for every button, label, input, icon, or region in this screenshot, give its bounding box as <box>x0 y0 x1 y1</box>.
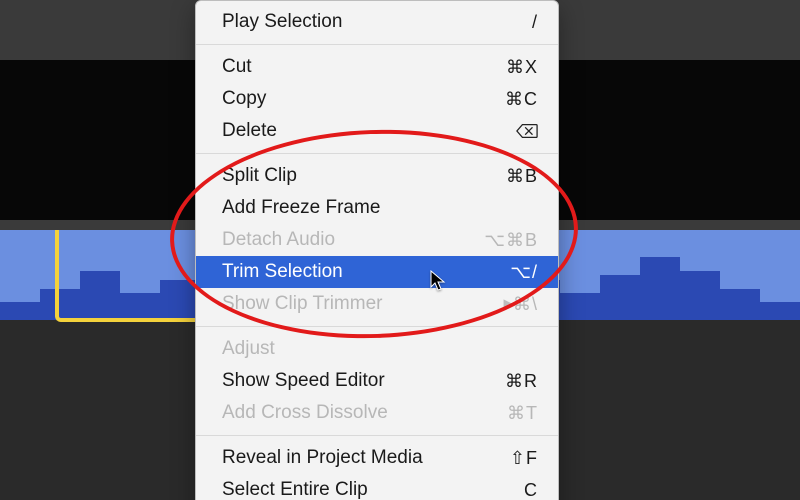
menu-add-freeze-frame[interactable]: Add Freeze Frame <box>196 192 558 224</box>
menu-item-label: Split Clip <box>222 163 506 189</box>
menu-item-label: Detach Audio <box>222 227 484 253</box>
menu-item-shortcut: ⌘X <box>506 54 538 80</box>
menu-item-shortcut: / <box>532 9 538 35</box>
menu-separator <box>196 44 558 45</box>
menu-item-label: Show Clip Trimmer <box>222 291 497 317</box>
menu-item-shortcut: ⌘R <box>505 368 538 394</box>
menu-select-entire-clip[interactable]: Select Entire Clip C <box>196 474 558 500</box>
menu-copy[interactable]: Copy ⌘C <box>196 83 558 115</box>
menu-item-label: Show Speed Editor <box>222 368 505 394</box>
menu-item-label: Adjust <box>222 336 538 362</box>
chevron-right-icon: ▸ <box>503 291 513 317</box>
menu-item-label: Select Entire Clip <box>222 477 524 500</box>
menu-item-label: Trim Selection <box>222 259 510 285</box>
menu-item-label: Delete <box>222 118 516 144</box>
menu-item-label: Reveal in Project Media <box>222 445 510 471</box>
context-menu[interactable]: Play Selection / Cut ⌘X Copy ⌘C Delete S… <box>195 0 559 500</box>
menu-item-shortcut: ⌥⌘B <box>484 227 538 253</box>
backspace-icon <box>516 123 538 139</box>
menu-add-cross-dissolve: Add Cross Dissolve ⌘T <box>196 397 558 429</box>
menu-item-label: Cut <box>222 54 506 80</box>
menu-cut[interactable]: Cut ⌘X <box>196 51 558 83</box>
menu-separator <box>196 435 558 436</box>
menu-item-label: Add Cross Dissolve <box>222 400 507 426</box>
menu-item-label: Play Selection <box>222 9 532 35</box>
menu-item-shortcut: ⌘B <box>506 163 538 189</box>
menu-reveal-in-project-media[interactable]: Reveal in Project Media ⇧F <box>196 442 558 474</box>
menu-play-selection[interactable]: Play Selection / <box>196 6 558 38</box>
menu-item-label: Copy <box>222 86 505 112</box>
menu-item-label: Add Freeze Frame <box>222 195 538 221</box>
menu-adjust: Adjust <box>196 333 558 365</box>
menu-show-clip-trimmer: Show Clip Trimmer ▸ ⌘\ <box>196 288 558 320</box>
menu-trim-selection[interactable]: Trim Selection ⌥/ <box>196 256 558 288</box>
menu-show-speed-editor[interactable]: Show Speed Editor ⌘R <box>196 365 558 397</box>
menu-separator <box>196 326 558 327</box>
menu-detach-audio: Detach Audio ⌥⌘B <box>196 224 558 256</box>
menu-separator <box>196 153 558 154</box>
menu-item-shortcut: ⌘\ <box>513 291 538 317</box>
menu-item-shortcut: ⌥/ <box>510 259 538 285</box>
menu-item-shortcut: ⌘C <box>505 86 538 112</box>
menu-item-shortcut: ⇧F <box>510 445 538 471</box>
menu-split-clip[interactable]: Split Clip ⌘B <box>196 160 558 192</box>
menu-delete[interactable]: Delete <box>196 115 558 147</box>
menu-item-shortcut: C <box>524 477 538 500</box>
menu-item-shortcut: ⌘T <box>507 400 538 426</box>
